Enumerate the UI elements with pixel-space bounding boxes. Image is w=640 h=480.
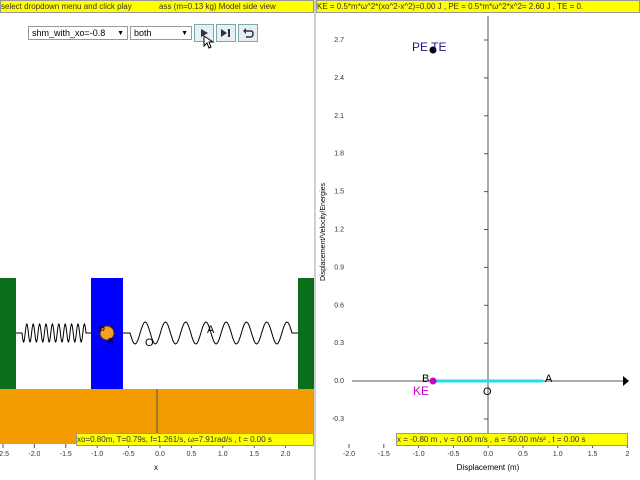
right-wall xyxy=(298,278,314,389)
x-tick-label: 2.0 xyxy=(281,451,291,458)
x-tick-label: 1.0 xyxy=(218,451,228,458)
x-tick-label: 0.0 xyxy=(155,451,165,458)
y-axis-ticks: 2.7 2.4 2.1 1.8 1.5 1.2 0.9 0.6 0.3 0.0 -0.3 xyxy=(332,37,488,423)
y-tick-label: 1.5 xyxy=(334,189,344,196)
ke-label: KE xyxy=(413,384,429,398)
x-tick-label: -0.5 xyxy=(447,451,459,458)
x-tick-label: -1.5 xyxy=(60,451,72,458)
spring-label-a: A xyxy=(207,324,215,336)
x-tick-label: 0.5 xyxy=(187,451,197,458)
x-tick-label: -2.0 xyxy=(28,451,40,458)
y-tick-label: 2.1 xyxy=(334,113,344,120)
x-tick-label: 0.5 xyxy=(518,451,528,458)
point-o-label: O xyxy=(483,386,492,398)
right-status-bar: x = -0.80 m , v = 0.00 m/s , a = 50.00 m… xyxy=(396,433,628,446)
y-tick-label: 0.0 xyxy=(334,378,344,385)
right-status-text: x = -0.80 m , v = 0.00 m/s , a = 50.00 m… xyxy=(397,435,586,444)
x-tick-label: -2.0 xyxy=(343,451,355,458)
left-wall xyxy=(0,278,16,389)
mass-label-p: P xyxy=(99,325,105,335)
y-tick-label: 2.4 xyxy=(334,75,344,82)
graph-panel: KE = 0.5*m*ω^2*(xo^2-x^2)=0.00 J , PE = … xyxy=(316,0,640,480)
x-tick-label: 2 xyxy=(625,451,629,458)
x-axis-label: x xyxy=(154,463,158,472)
x-tick-label: -1.0 xyxy=(413,451,425,458)
x-tick-label: 0.0 xyxy=(483,451,493,458)
x-tick-label: 1.5 xyxy=(249,451,259,458)
y-tick-label: 0.3 xyxy=(334,340,344,347)
y-axis-label: Displacement/Velocity/Energies xyxy=(320,182,327,281)
left-status-bar: xo=0.80m, T=0.79s, f=1.261/s, ω=7.91rad/… xyxy=(76,433,314,446)
pe-te-label: PE TE xyxy=(412,40,446,54)
y-tick-label: 2.7 xyxy=(334,37,344,44)
x-tick-label: -2.5 xyxy=(0,451,9,458)
spring-mass-scene: P B A O -2.5 -2.0 -1.5 -1.0 -0.5 0.0 0.5 1.0 1.5… xyxy=(0,278,314,472)
x-axis-label: Displacement (m) xyxy=(457,463,520,472)
mass-label-b: B xyxy=(108,337,113,346)
y-tick-label: 1.2 xyxy=(334,227,344,234)
x-axis-ticks: -2.0 -1.5 -1.0 -0.5 0.0 0.5 1.0 1.5 2 xyxy=(343,444,629,458)
x-tick-label: 1.5 xyxy=(588,451,598,458)
model-side-view-panel: select dropdown menu and click play ass … xyxy=(0,0,315,480)
x-axis-arrow-icon xyxy=(623,376,629,386)
point-a-label: A xyxy=(545,373,553,385)
x-tick-label: 1.0 xyxy=(553,451,563,458)
x-tick-label: -1.5 xyxy=(378,451,390,458)
left-spring xyxy=(16,322,91,344)
y-tick-label: 0.6 xyxy=(334,302,344,309)
ke-point xyxy=(429,377,437,385)
x-tick-label: -1.0 xyxy=(91,451,103,458)
x-tick-label: -0.5 xyxy=(123,451,135,458)
y-tick-label: 0.9 xyxy=(334,264,344,271)
spring-label-o: O xyxy=(145,337,154,349)
x-axis-ticks: -2.5 -2.0 -1.5 -1.0 -0.5 0.0 0.5 1.0 1.5 2.0 xyxy=(0,444,291,458)
y-tick-label: -0.3 xyxy=(332,416,344,423)
y-tick-label: 1.8 xyxy=(334,151,344,158)
left-status-text: xo=0.80m, T=0.79s, f=1.261/s, ω=7.91rad/… xyxy=(77,435,272,444)
energy-graph: 2.72.42.11.81.51.20.90.60.30.0-0.3 -2.0-… xyxy=(320,16,629,472)
